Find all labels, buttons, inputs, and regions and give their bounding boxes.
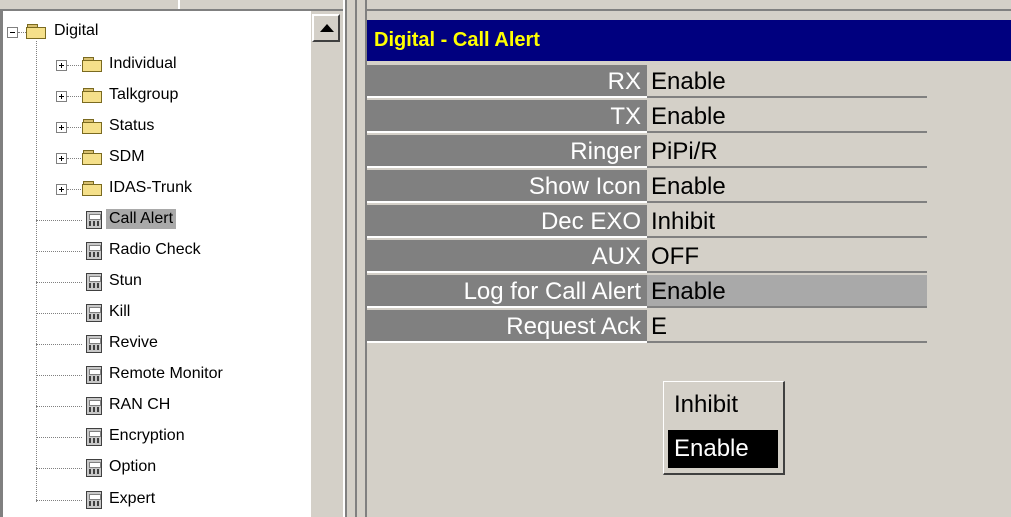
folder-icon <box>82 87 102 104</box>
property-value[interactable]: Enable <box>647 65 927 98</box>
expand-icon[interactable] <box>56 60 67 71</box>
tree-item-radio-check[interactable]: Radio Check <box>106 240 204 260</box>
tree-item-stun[interactable]: Stun <box>106 271 145 291</box>
folder-icon <box>82 149 102 166</box>
folder-icon <box>82 56 102 73</box>
property-label: RX <box>367 65 647 98</box>
property-row-log-for-call-alert: Log for Call Alert Enable <box>367 275 927 308</box>
property-label: Log for Call Alert <box>367 275 647 308</box>
folder-icon <box>82 180 102 197</box>
property-label: Dec EXO <box>367 205 647 238</box>
tree-root-digital[interactable]: Digital <box>51 21 101 41</box>
page-icon <box>86 459 102 477</box>
property-label: Show Icon <box>367 170 647 203</box>
property-value[interactable]: PiPi/R <box>647 135 927 168</box>
property-value[interactable]: OFF <box>647 240 927 273</box>
expand-icon[interactable] <box>56 122 67 133</box>
page-icon <box>86 242 102 260</box>
dropdown-option-inhibit[interactable]: Inhibit <box>668 386 778 424</box>
property-label: AUX <box>367 240 647 273</box>
expand-icon[interactable] <box>56 91 67 102</box>
expand-icon[interactable] <box>56 184 67 195</box>
property-row-rx: RX Enable <box>367 65 927 98</box>
property-row-ringer: Ringer PiPi/R <box>367 135 927 168</box>
tree-item-option[interactable]: Option <box>106 457 159 477</box>
property-value[interactable]: Inhibit <box>647 205 927 238</box>
page-icon <box>86 273 102 291</box>
page-icon <box>86 491 102 509</box>
dropdown-option-enable[interactable]: Enable <box>668 430 778 468</box>
tree-folder-status[interactable]: Status <box>106 116 157 136</box>
detail-header-bar <box>367 0 1011 11</box>
property-label: Ringer <box>367 135 647 168</box>
tree-scrollbar[interactable] <box>311 11 343 517</box>
property-row-request-ack: Request Ack E <box>367 310 927 343</box>
property-row-dec-exo: Dec EXO Inhibit <box>367 205 927 238</box>
page-icon <box>86 397 102 415</box>
tree-header-bar <box>0 0 345 11</box>
folder-icon <box>26 23 46 40</box>
property-value[interactable]: Enable <box>647 100 927 133</box>
tree-item-ran-ch[interactable]: RAN CH <box>106 395 173 415</box>
tree-item-encryption[interactable]: Encryption <box>106 426 188 446</box>
scroll-up-arrow-icon[interactable] <box>312 14 340 42</box>
property-label: TX <box>367 100 647 133</box>
page-icon <box>86 428 102 446</box>
property-row-aux: AUX OFF <box>367 240 927 273</box>
property-row-show-icon: Show Icon Enable <box>367 170 927 203</box>
root-collapse-icon[interactable] <box>7 27 18 38</box>
property-row-tx: TX Enable <box>367 100 927 133</box>
property-value[interactable]: E <box>647 310 927 343</box>
pane-splitter[interactable] <box>345 0 367 517</box>
tree-left-edge <box>0 11 3 517</box>
tree-item-expert[interactable]: Expert <box>106 489 158 509</box>
tree-item-revive[interactable]: Revive <box>106 333 161 353</box>
page-icon <box>86 335 102 353</box>
tree-item-kill[interactable]: Kill <box>106 302 133 322</box>
property-label: Request Ack <box>367 310 647 343</box>
tree-folder-individual[interactable]: Individual <box>106 54 180 74</box>
value-dropdown-list[interactable]: Inhibit Enable <box>663 381 785 475</box>
page-icon <box>86 211 102 229</box>
page-icon <box>86 366 102 384</box>
property-value[interactable]: Enable <box>647 275 927 308</box>
property-value[interactable]: Enable <box>647 170 927 203</box>
page-icon <box>86 304 102 322</box>
expand-icon[interactable] <box>56 153 67 164</box>
panel-title-bar: Digital - Call Alert <box>367 20 1011 61</box>
tree-folder-talkgroup[interactable]: Talkgroup <box>106 85 181 105</box>
tree-item-call-alert[interactable]: Call Alert <box>106 209 177 229</box>
panel-title: Digital - Call Alert <box>374 29 540 51</box>
folder-icon <box>82 118 102 135</box>
tree-folder-sdm[interactable]: SDM <box>106 147 148 167</box>
tree-view[interactable]: Digital Individual Talkgroup Status SDM … <box>0 0 345 517</box>
tree-folder-idas-trunk[interactable]: IDAS-Trunk <box>106 178 195 198</box>
tree-item-remote-monitor[interactable]: Remote Monitor <box>106 364 226 384</box>
